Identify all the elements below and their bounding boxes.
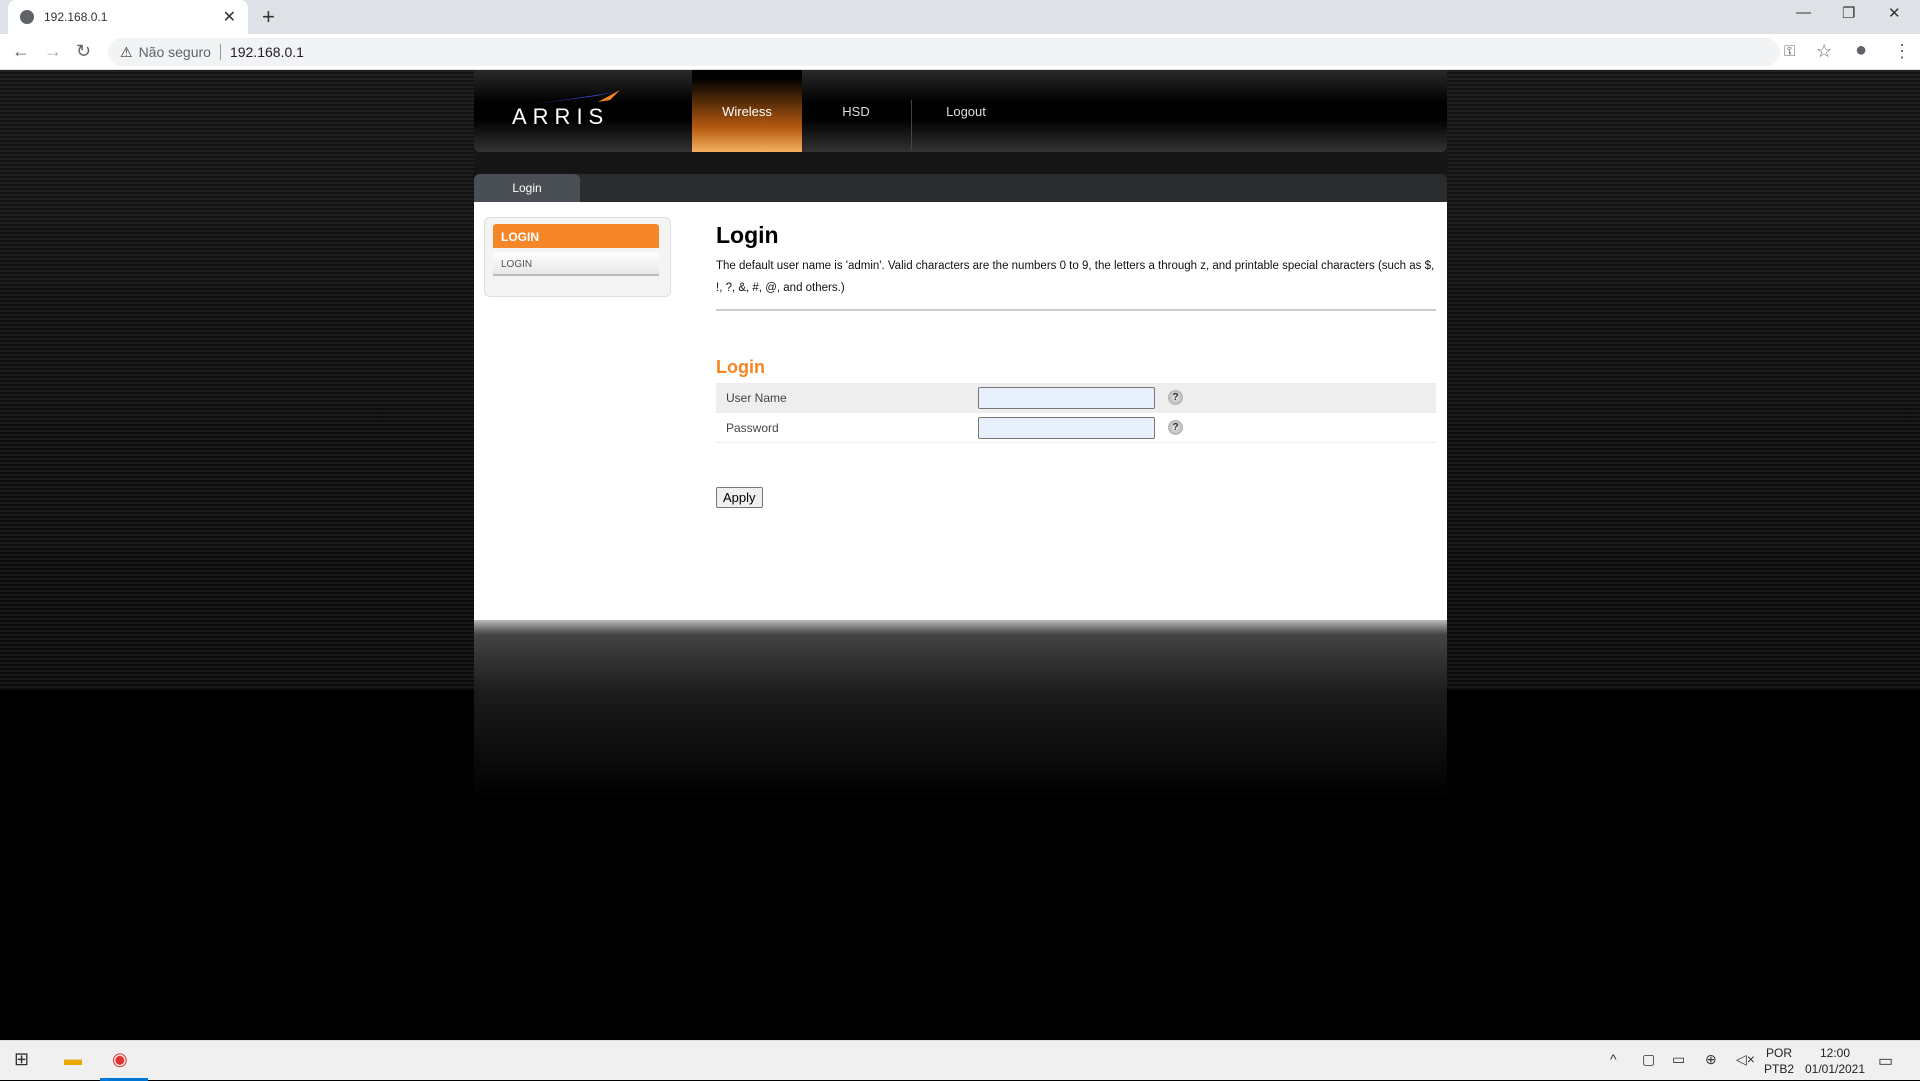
main-content: Login The default user name is 'admin'. … — [716, 202, 1436, 508]
back-icon[interactable]: ← — [12, 41, 30, 62]
divider — [219, 44, 221, 60]
router-page: ARRIS Wireless HSD Logout Login LOGIN LO… — [0, 70, 1920, 1040]
chevron-up-icon[interactable]: ^ — [1610, 1051, 1617, 1067]
description: The default user name is 'admin'. Valid … — [716, 260, 1435, 294]
help-icon[interactable]: ? — [1168, 390, 1183, 405]
header: ARRIS Wireless HSD Logout — [474, 70, 1447, 152]
username-row: User Name ? — [716, 383, 1436, 413]
restore-button[interactable]: ❐ — [1842, 4, 1855, 22]
warning-icon[interactable]: ⚠ — [120, 44, 133, 61]
taskbar: ⊞ ▬ ◉ ^ ▢ ▭ ⊕ ◁× POR PTB2 12:00 01/01/2021… — [0, 1040, 1920, 1081]
camera-icon[interactable]: ▢ — [1642, 1051, 1655, 1068]
windows-start-icon[interactable]: ⊞ — [14, 1049, 29, 1070]
background-pattern — [0, 70, 474, 690]
lang-bottom: PTB2 — [1764, 1062, 1795, 1076]
battery-icon[interactable]: ▭ — [1672, 1051, 1685, 1068]
notifications-icon[interactable]: ▭ — [1878, 1051, 1893, 1071]
profile-icon[interactable]: ● — [1855, 39, 1867, 62]
logo-text: ARRIS — [512, 104, 610, 129]
content-panel: LOGIN LOGIN Login The default user name … — [474, 202, 1447, 620]
nav-wireless[interactable]: Wireless — [692, 70, 802, 152]
security-label[interactable]: Não seguro — [139, 44, 211, 60]
reload-icon[interactable]: ↻ — [76, 41, 91, 62]
address-bar-row: ← → ↻ ⚠ Não seguro 192.168.0.1 ⚿ ☆ ● ⋮ — [0, 34, 1920, 70]
help-icon[interactable]: ? — [1168, 420, 1183, 435]
sidebar: LOGIN LOGIN — [484, 217, 671, 297]
subtab-login[interactable]: Login — [474, 174, 580, 202]
sidebar-header[interactable]: LOGIN — [493, 224, 659, 248]
forward-icon[interactable]: → — [44, 41, 62, 62]
language-indicator[interactable]: POR PTB2 — [1764, 1045, 1794, 1077]
key-icon[interactable]: ⚿ — [1784, 43, 1795, 60]
password-input[interactable] — [978, 416, 1155, 439]
username-input[interactable] — [978, 387, 1155, 409]
globe-icon — [20, 10, 34, 24]
sidebar-item-login[interactable]: LOGIN — [493, 252, 659, 276]
clock[interactable]: 12:00 01/01/2021 — [1800, 1045, 1870, 1077]
sub-tab-bar: Login — [474, 174, 1447, 202]
browser-tab-strip: 192.168.0.1 ✕ + — ❐ ✕ — [0, 0, 1920, 34]
menu-icon[interactable]: ⋮ — [1893, 41, 1911, 62]
chrome-icon[interactable]: ◉ — [112, 1049, 128, 1070]
password-row: Password ? — [716, 413, 1436, 443]
nav-logout[interactable]: Logout — [911, 70, 1021, 152]
file-explorer-icon[interactable]: ▬ — [64, 1049, 82, 1070]
nav-hsd[interactable]: HSD — [801, 70, 911, 152]
time: 12:00 — [1819, 1046, 1851, 1060]
omnibox[interactable]: ⚠ Não seguro 192.168.0.1 — [108, 38, 1780, 66]
page-title: Login — [716, 222, 779, 248]
new-tab-button[interactable]: + — [262, 4, 275, 30]
url-text[interactable]: 192.168.0.1 — [230, 44, 304, 60]
footer-panel — [474, 620, 1447, 800]
browser-tab[interactable]: 192.168.0.1 ✕ — [8, 0, 248, 34]
username-label: User Name — [726, 391, 787, 405]
background-pattern — [1447, 70, 1920, 690]
section-title: Login — [716, 357, 765, 377]
close-window-button[interactable]: ✕ — [1888, 4, 1901, 22]
arris-logo: ARRIS — [512, 90, 620, 130]
logo-swoosh-icon — [536, 90, 620, 104]
divider — [716, 309, 1436, 311]
volume-muted-icon[interactable]: ◁× — [1736, 1051, 1755, 1068]
lang-top: POR — [1766, 1046, 1793, 1060]
star-icon[interactable]: ☆ — [1816, 41, 1832, 62]
close-tab-icon[interactable]: ✕ — [223, 7, 236, 27]
minimize-button[interactable]: — — [1796, 4, 1811, 21]
network-icon[interactable]: ⊕ — [1705, 1051, 1717, 1068]
tab-title: 192.168.0.1 — [44, 10, 108, 24]
apply-button[interactable]: Apply — [716, 487, 763, 508]
date: 01/01/2021 — [1804, 1062, 1866, 1076]
password-label: Password — [726, 420, 779, 435]
